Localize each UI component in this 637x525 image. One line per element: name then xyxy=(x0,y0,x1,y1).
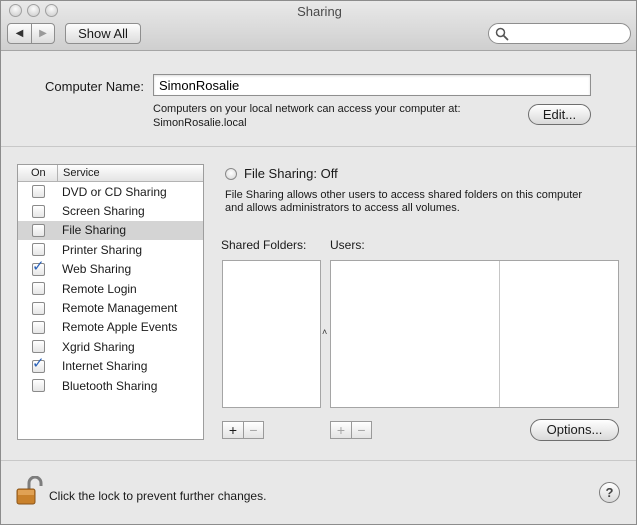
service-row[interactable]: Remote Apple Events xyxy=(18,318,203,337)
local-address: SimonRosalie.local xyxy=(153,117,247,129)
search-input[interactable] xyxy=(488,23,631,44)
service-row[interactable]: ✓ Web Sharing xyxy=(18,258,203,279)
edit-button[interactable]: Edit... xyxy=(528,104,591,125)
service-rows: DVD or CD Sharing Screen Sharing File Shar… xyxy=(18,182,203,395)
shared-folders-add-remove: + − xyxy=(222,421,264,439)
service-row[interactable]: Remote Management xyxy=(18,298,203,317)
column-header-service[interactable]: Service xyxy=(58,165,100,181)
service-checkbox[interactable] xyxy=(32,282,45,296)
service-row[interactable]: File Sharing xyxy=(18,220,203,241)
file-sharing-status-indicator xyxy=(225,168,237,180)
service-name: Remote Apple Events xyxy=(62,320,178,335)
service-name: Bluetooth Sharing xyxy=(62,378,158,393)
add-shared-folder-button[interactable]: + xyxy=(223,422,243,438)
service-checkbox[interactable] xyxy=(32,301,45,315)
service-name: Screen Sharing xyxy=(62,204,145,219)
service-name: File Sharing xyxy=(62,223,127,238)
search-icon xyxy=(495,27,509,41)
service-name: Printer Sharing xyxy=(62,242,143,257)
forward-button[interactable]: ▶ xyxy=(31,24,54,43)
computer-name-label: Computer Name: xyxy=(45,79,144,94)
users-list[interactable] xyxy=(330,260,619,408)
service-row[interactable]: Printer Sharing xyxy=(18,240,203,259)
service-checkbox[interactable] xyxy=(32,320,45,334)
shared-folders-label: Shared Folders: xyxy=(221,238,307,252)
service-list: On Service DVD or CD Sharing Screen Shari… xyxy=(17,164,204,440)
service-checkbox[interactable]: ✓ xyxy=(32,355,45,373)
column-header-on[interactable]: On xyxy=(18,165,58,181)
toolbar: Sharing ◀ ▶ Show All xyxy=(1,1,636,51)
footer-divider xyxy=(1,460,636,461)
lock-icon[interactable] xyxy=(15,476,43,506)
service-list-header: On Service xyxy=(18,165,203,182)
help-button[interactable]: ? xyxy=(599,482,620,503)
options-button[interactable]: Options... xyxy=(530,419,619,441)
show-all-button[interactable]: Show All xyxy=(65,23,141,44)
service-checkbox[interactable]: ✓ xyxy=(32,258,45,276)
service-row[interactable]: ✓ Internet Sharing xyxy=(18,355,203,376)
service-name: DVD or CD Sharing xyxy=(62,184,167,199)
users-label: Users: xyxy=(330,238,365,252)
add-user-button[interactable]: + xyxy=(331,422,351,438)
service-name: Xgrid Sharing xyxy=(62,339,135,354)
service-name: Remote Login xyxy=(62,281,137,296)
remove-user-button[interactable]: − xyxy=(351,422,371,438)
service-checkbox[interactable] xyxy=(32,223,45,237)
service-checkbox[interactable] xyxy=(32,340,45,354)
address-desc-text: Computers on your local network can acce… xyxy=(153,103,461,115)
service-name: Remote Management xyxy=(62,301,178,316)
splitter-handle[interactable]: ˄ xyxy=(322,327,327,337)
service-name: Internet Sharing xyxy=(62,359,148,374)
users-add-remove: + − xyxy=(330,421,372,439)
computer-name-field[interactable] xyxy=(153,74,591,96)
service-checkbox[interactable] xyxy=(32,204,45,218)
service-row[interactable]: DVD or CD Sharing xyxy=(18,182,203,201)
divider xyxy=(1,146,636,147)
service-name: Web Sharing xyxy=(62,262,132,277)
nav-buttons: ◀ ▶ xyxy=(7,23,55,44)
sharing-window: Sharing ◀ ▶ Show All Computer Name: Comp… xyxy=(0,0,637,525)
service-row[interactable]: Screen Sharing xyxy=(18,201,203,220)
computer-address-desc: Computers on your local network can acce… xyxy=(153,102,461,130)
window-title: Sharing xyxy=(297,4,342,19)
remove-shared-folder-button[interactable]: − xyxy=(243,422,263,438)
lock-message: Click the lock to prevent further change… xyxy=(49,489,267,503)
file-sharing-description: File Sharing allows other users to acces… xyxy=(225,189,625,215)
users-column-divider xyxy=(499,261,500,407)
description-line-2: and allows administrators to access all … xyxy=(225,202,460,214)
back-button[interactable]: ◀ xyxy=(8,24,31,43)
service-checkbox[interactable] xyxy=(32,379,45,393)
service-checkbox[interactable] xyxy=(32,185,45,199)
checkmark-icon: ✓ xyxy=(32,257,45,275)
service-checkbox[interactable] xyxy=(32,243,45,257)
description-line-1: File Sharing allows other users to acces… xyxy=(225,189,583,201)
service-row[interactable]: Remote Login xyxy=(18,279,203,298)
service-row[interactable]: Bluetooth Sharing xyxy=(18,376,203,395)
shared-folders-list[interactable] xyxy=(222,260,321,408)
service-row[interactable]: Xgrid Sharing xyxy=(18,337,203,356)
file-sharing-status: File Sharing: Off xyxy=(244,166,338,181)
checkmark-icon: ✓ xyxy=(32,354,45,372)
